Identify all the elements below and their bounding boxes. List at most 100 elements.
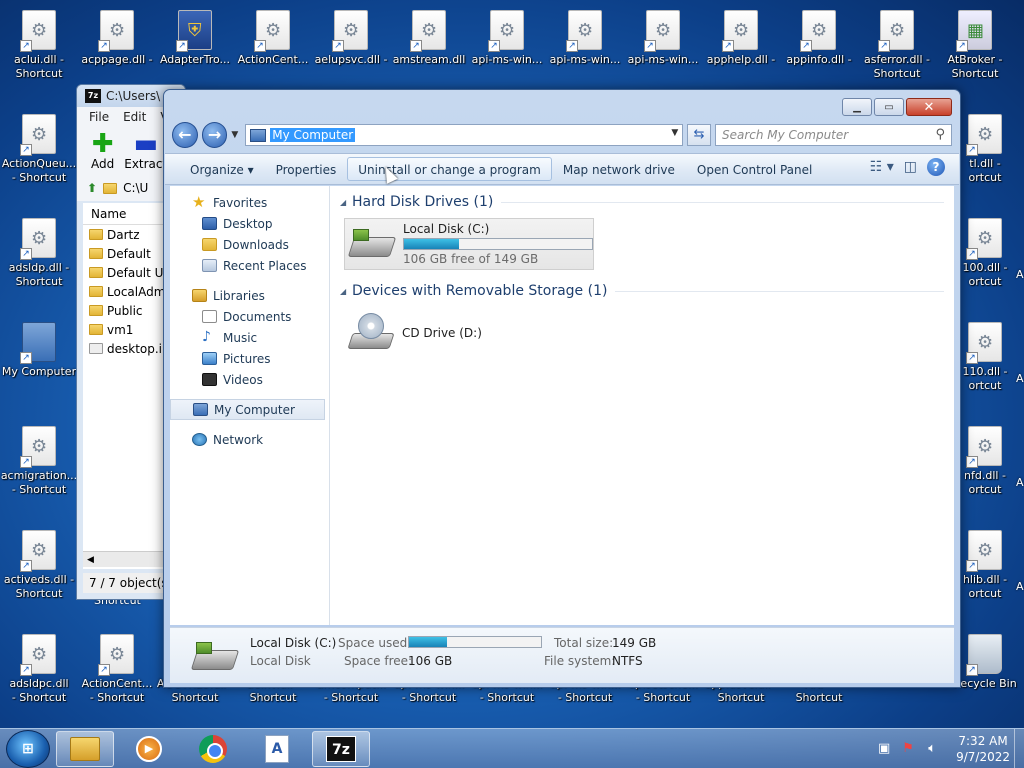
help-icon[interactable]: ? (927, 158, 945, 176)
nav-my-computer[interactable]: My Computer (170, 399, 325, 420)
nav-documents[interactable]: Documents (170, 306, 329, 327)
start-button[interactable]: ⊞ (6, 729, 50, 768)
volume-icon[interactable]: 🔈︎ (924, 742, 940, 756)
open-control-panel-button[interactable]: Open Control Panel (686, 157, 823, 181)
clock[interactable]: 7:32 AM 9/7/2022 (956, 733, 1010, 765)
desktop-shortcut[interactable]: ↗api-ms-win... (468, 8, 546, 86)
shortcut-icon: ↗ (956, 10, 992, 52)
recycle-bin-icon: ↗ (966, 634, 1002, 676)
change-view-icon[interactable]: ☷ ▾ (870, 159, 894, 175)
file-system-value: NTFS (612, 654, 643, 668)
address-bar[interactable]: My Computer ▼ (245, 124, 684, 146)
taskbar-font-viewer[interactable]: A (248, 731, 306, 767)
shortcut-icon: ↗ (98, 10, 134, 52)
taskbar-7zip[interactable]: 7z (312, 730, 370, 767)
caption-buttons: ▁ ▭ ✕ (842, 98, 952, 116)
desktop-shortcut[interactable]: ↗amstream.dll (390, 8, 468, 86)
desktop-shortcut[interactable]: ↗ActionCent... (234, 8, 312, 86)
taskbar-explorer[interactable] (56, 730, 114, 767)
chrome-icon (199, 734, 227, 763)
network-tray-icon[interactable]: ▣ (876, 742, 892, 756)
desktop-shortcut[interactable]: ↗AdapterTro... (156, 8, 234, 86)
organize-button[interactable]: Organize ▾ (179, 157, 265, 181)
shortcut-arrow-icon: ↗ (878, 40, 890, 52)
shortcut-arrow-icon: ↗ (966, 352, 978, 364)
maximize-button[interactable]: ▭ (874, 98, 904, 116)
minimize-button[interactable]: ▁ (842, 98, 872, 116)
shortcut-icon: ↗ (176, 10, 212, 52)
shortcut-arrow-icon: ↗ (488, 40, 500, 52)
desktop-my-computer[interactable]: ↗ My Computer (0, 320, 78, 398)
nav-videos[interactable]: Videos (170, 369, 329, 390)
desktop-shortcut[interactable]: ↗api-ms-win... (624, 8, 702, 86)
close-button[interactable]: ✕ (906, 98, 952, 116)
action-center-flag-icon[interactable]: ⚑ (900, 742, 916, 756)
desktop-shortcut[interactable]: ↗acppage.dll - (78, 8, 156, 86)
desktop-shortcut[interactable]: ↗adsldpc.dll - Shortcut (0, 632, 78, 710)
desktop-shortcut[interactable]: ↗asferror.dll - Shortcut (858, 8, 936, 86)
back-button[interactable]: ← (172, 122, 198, 148)
desktop-shortcut[interactable]: ↗activeds.dll - Shortcut (0, 528, 78, 606)
search-icon[interactable]: ⚲ (935, 127, 945, 142)
refresh-button[interactable]: ⇆ (687, 124, 711, 146)
shortcut-arrow-icon: ↗ (800, 40, 812, 52)
shortcut-arrow-icon: ↗ (98, 40, 110, 52)
desktop-shortcut[interactable]: ↗api-ms-win... (546, 8, 624, 86)
sevenzip-path[interactable]: C:\U (123, 181, 148, 195)
shortcut-arrow-icon: ↗ (966, 560, 978, 572)
group-removable-storage[interactable]: ◢ Devices with Removable Storage (1) (340, 280, 954, 302)
up-folder-icon[interactable]: ⬆ (87, 181, 97, 195)
desktop-shortcut[interactable]: ↗ActionQueu... - Shortcut (0, 112, 78, 190)
properties-button[interactable]: Properties (265, 157, 348, 181)
nav-label: Pictures (223, 351, 271, 366)
search-input[interactable]: Search My Computer ⚲ (714, 124, 952, 146)
forward-button[interactable]: → (201, 122, 228, 148)
taskbar-chrome[interactable] (184, 731, 242, 767)
show-desktop-button[interactable] (1014, 729, 1024, 768)
menu-edit[interactable]: Edit (123, 110, 146, 124)
desktop-shortcut[interactable]: ↗ActionCent... - Shortcut (78, 632, 156, 710)
collapse-triangle-icon[interactable]: ◢ (340, 287, 352, 296)
collapse-triangle-icon[interactable]: ◢ (340, 198, 352, 207)
desktop-icon-label: api-ms-win... (627, 53, 699, 66)
map-network-drive-button[interactable]: Map network drive (552, 157, 686, 181)
recent-pages-dropdown[interactable]: ▼ (231, 130, 241, 140)
address-dropdown-icon[interactable]: ▼ (671, 128, 678, 138)
desktop-shortcut[interactable]: ↗aclui.dll - Shortcut (0, 8, 78, 86)
address-text[interactable]: My Computer (270, 128, 356, 142)
drive-name: Local Disk (C:) (403, 222, 490, 236)
nav-network[interactable]: Network (170, 429, 329, 450)
shortcut-arrow-icon: ↗ (966, 456, 978, 468)
nav-favorites[interactable]: ★ Favorites (170, 192, 329, 213)
add-button[interactable]: ✚ Add (91, 131, 114, 175)
desktop-shortcut[interactable]: ↗acmigration... - Shortcut (0, 424, 78, 502)
desktop-shortcut[interactable]: ↗AtBroker - Shortcut (936, 8, 1014, 86)
drive-local-disk-c[interactable]: Local Disk (C:) 106 GB free of 149 GB (344, 218, 594, 270)
nav-recent-places[interactable]: Recent Places (170, 255, 329, 276)
nav-music[interactable]: ♪ Music (170, 327, 329, 348)
nav-downloads[interactable]: Downloads (170, 234, 329, 255)
explorer-window[interactable]: ▁ ▭ ✕ ← → ▼ My Computer ▼ ⇆ Search My Co… (163, 89, 961, 688)
drive-cd-d[interactable]: CD Drive (D:) (344, 307, 594, 359)
nav-label: My Computer (214, 402, 295, 417)
menu-file[interactable]: File (89, 110, 109, 124)
shortcut-icon: ↗ (800, 10, 836, 52)
preview-pane-icon[interactable]: ◫ (904, 159, 917, 175)
desktop-shortcut[interactable]: ↗adsldp.dll - Shortcut (0, 216, 78, 294)
nav-desktop[interactable]: Desktop (170, 213, 329, 234)
drive-usage-bar (403, 238, 593, 250)
shortcut-arrow-icon: ↗ (20, 664, 32, 676)
group-hard-disk-drives[interactable]: ◢ Hard Disk Drives (1) (340, 191, 954, 213)
desktop-shortcut[interactable]: ↗apphelp.dll - (702, 8, 780, 86)
nav-pictures[interactable]: Pictures (170, 348, 329, 369)
uninstall-program-button[interactable]: Uninstall or change a program (347, 157, 552, 181)
extract-button[interactable]: ▬ Extract (124, 131, 167, 175)
nav-label: Documents (223, 309, 292, 324)
nav-libraries[interactable]: Libraries (170, 285, 329, 306)
desktop-shortcut[interactable]: ↗appinfo.dll - (780, 8, 858, 86)
shortcut-icon: ↗ (722, 10, 758, 52)
system-tray: ▣ ⚑ 🔈︎ 7:32 AM 9/7/2022 (876, 731, 1014, 767)
shortcut-icon: ↗ (254, 10, 290, 52)
taskbar-media-player[interactable]: ▶ (120, 731, 178, 767)
desktop-shortcut[interactable]: ↗aelupsvc.dll - (312, 8, 390, 86)
